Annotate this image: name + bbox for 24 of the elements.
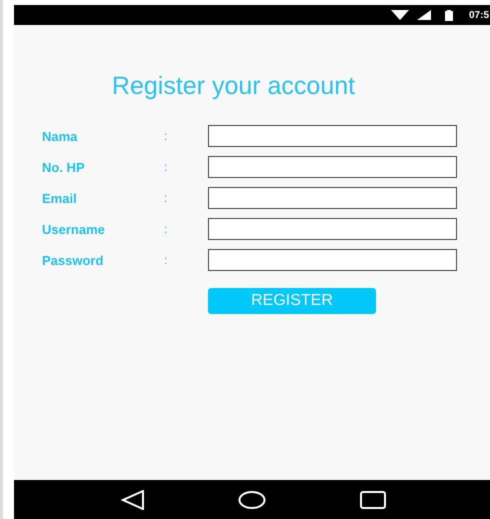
separator-colon: : (164, 129, 168, 143)
battery-icon (445, 10, 453, 20)
home-icon[interactable] (238, 490, 266, 510)
signal-icon (417, 10, 431, 20)
field-label: Nama (42, 128, 78, 144)
input-field[interactable] (208, 156, 457, 178)
input-field[interactable] (208, 249, 457, 271)
back-icon[interactable] (120, 490, 145, 510)
input-field[interactable] (208, 218, 457, 240)
page-title: Register your account (110, 72, 356, 101)
field-label: Email (42, 190, 78, 206)
input-field[interactable] (208, 187, 457, 209)
input-field[interactable] (208, 125, 457, 147)
recents-icon[interactable] (360, 490, 386, 508)
separator-colon: : (164, 253, 168, 267)
field-label: No. HP (42, 160, 86, 174)
separator-colon: : (164, 160, 168, 174)
wifi-icon (391, 10, 409, 20)
field-label: Username (42, 222, 106, 236)
register-button[interactable]: REGISTER (208, 288, 376, 314)
separator-colon: : (164, 222, 168, 236)
status-time: 07:5 (469, 10, 490, 20)
separator-colon: : (164, 191, 168, 205)
field-label: Password (42, 252, 104, 268)
